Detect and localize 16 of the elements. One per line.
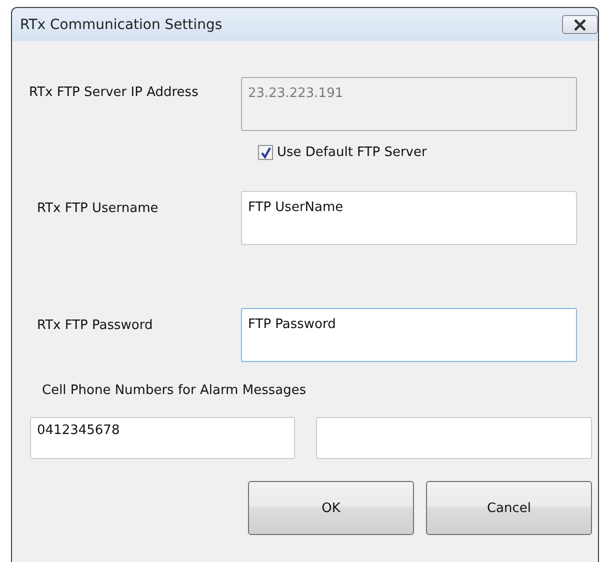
section-label: Cell Phone Numbers for Alarm Messages	[42, 383, 306, 398]
window-title: RTx Communication Settings	[20, 16, 222, 32]
input-field[interactable]: FTP Password	[241, 308, 577, 362]
field-label: RTx FTP Server IP Address	[28, 85, 200, 100]
dialog-button[interactable]: OK	[248, 481, 414, 535]
input-field[interactable]: 0412345678	[30, 417, 296, 459]
close-icon	[573, 18, 587, 30]
checkbox-label[interactable]: Use Default FTP Server	[277, 145, 427, 160]
input-field[interactable]: FTP UserName	[241, 191, 577, 245]
checkbox[interactable]	[258, 145, 273, 160]
field-label: RTx FTP Username	[36, 201, 160, 216]
checkmark-icon	[260, 146, 272, 158]
input-field[interactable]	[316, 417, 592, 459]
close-button[interactable]	[562, 15, 598, 34]
field-label: RTx FTP Password	[36, 318, 154, 333]
dialog-button[interactable]: Cancel	[426, 481, 592, 535]
